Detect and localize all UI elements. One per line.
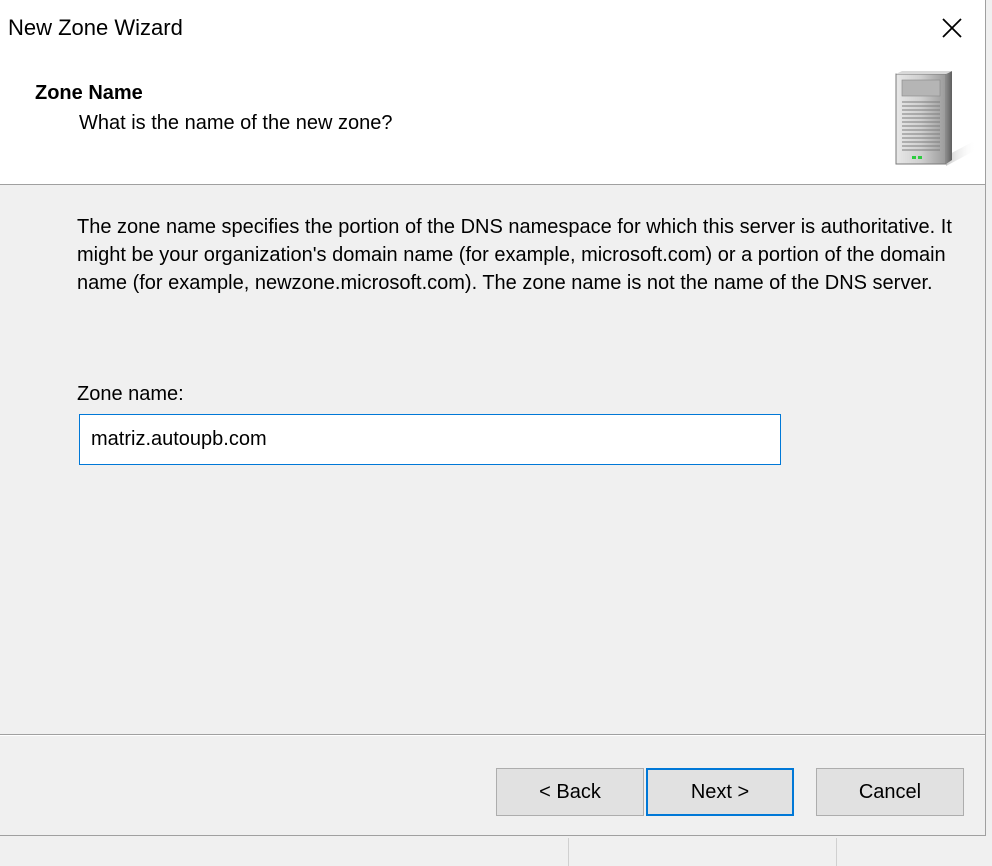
zone-name-description: The zone name specifies the portion of t… <box>77 216 952 294</box>
title-bar: New Zone Wizard <box>0 0 985 58</box>
footer-divider <box>0 734 985 736</box>
strip-separator <box>568 838 569 866</box>
background-strip <box>0 837 992 866</box>
window-title: New Zone Wizard <box>8 15 183 40</box>
page-subtitle: What is the name of the new zone? <box>79 112 393 134</box>
close-icon <box>942 18 962 38</box>
zone-name-label: Zone name: <box>77 383 184 405</box>
next-button[interactable]: Next > <box>646 768 794 816</box>
new-zone-wizard-dialog: New Zone Wizard Zone Name What is the na… <box>0 0 986 836</box>
cancel-button[interactable]: Cancel <box>816 768 964 816</box>
zone-name-input[interactable] <box>79 414 781 465</box>
wizard-header: Zone Name What is the name of the new zo… <box>0 58 985 185</box>
back-button[interactable]: < Back <box>496 768 644 816</box>
strip-separator <box>836 838 837 866</box>
server-icon <box>895 71 976 166</box>
page-title: Zone Name <box>35 82 143 104</box>
close-button[interactable] <box>919 0 985 56</box>
